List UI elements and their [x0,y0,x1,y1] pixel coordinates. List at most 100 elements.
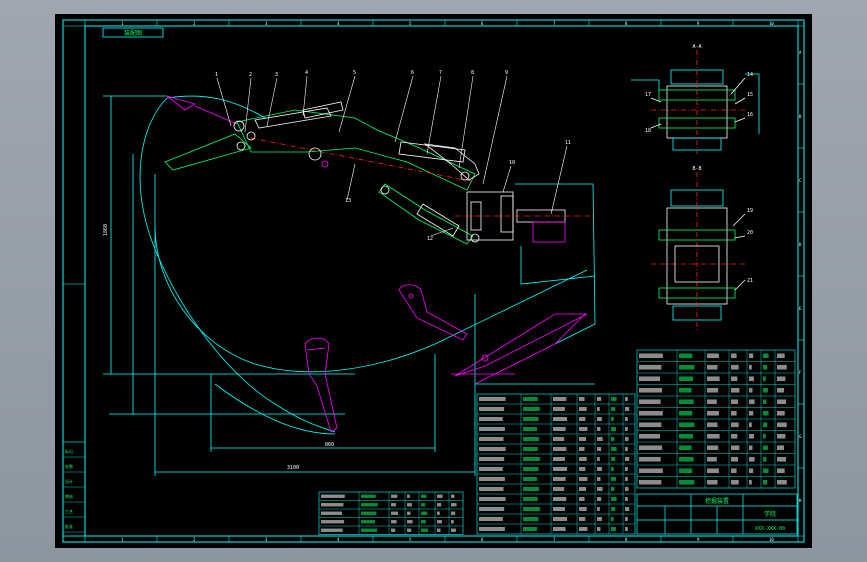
parts-list-cell [391,520,397,524]
parts-list-cell [625,497,628,501]
balloon-number: 21 [747,278,753,284]
parts-list-cell [523,447,538,451]
parts-list-cell [749,456,755,462]
zone-number-top: 3 [265,21,268,26]
parts-list-cell [361,528,378,532]
balloon-number: 8 [471,70,474,76]
parts-list-cell [639,387,663,393]
zone-letter-right: F [799,370,802,375]
parts-list-cell [707,479,718,485]
parts-list-cell [407,503,412,507]
parts-list-cell [523,497,538,501]
parts-list-cell [749,364,752,370]
parts-list-cell [553,487,565,491]
parts-list-cell [523,527,537,531]
parts-list-bottom [318,491,464,535]
parts-list-cell [451,520,454,524]
parts-list-cell [611,487,615,491]
parts-list-cell [707,387,719,393]
parts-list-cell [579,507,587,511]
parts-list-cell [579,457,587,461]
section-view-a [631,50,760,154]
parts-list-cell [777,387,784,393]
parts-list-cell [611,427,616,431]
parts-list-cell [625,437,629,441]
parts-list-cell [479,497,506,501]
parts-list-cell [679,468,693,474]
zone-number-bottom: 10 [769,537,774,542]
parts-list-cell [763,410,769,416]
zone-number-top: 5 [409,21,412,26]
parts-list-cell [707,433,720,439]
balloon-number: 20 [747,230,753,236]
parts-list-cell [421,528,428,532]
parts-list-cell [625,527,628,531]
parts-list-cell [407,528,412,532]
parts-list-cell [777,422,787,428]
parts-list-cell [597,437,603,441]
parts-list-cell [437,503,442,507]
parts-list-cell [391,511,398,515]
balloon-number: 15 [747,92,753,98]
zone-number-top: 8 [625,21,628,26]
parts-list-cell [597,447,602,451]
zone-number-bottom: 4 [337,537,340,542]
parts-list-cell [479,397,506,401]
parts-list-cell [679,376,693,382]
parts-list-cell [639,479,662,485]
revision-table-left: 标记处数设计审核工艺批准 [62,441,86,537]
balloon-number: 4 [305,70,308,76]
drawing-sheet: 1 1 2 2 3 3 4 4 5 5 6 6 7 7 8 8 9 9 10 10 A B C D E F G H 装配图 [55,14,812,548]
parts-list-cell [611,507,616,511]
parts-list-cell [731,364,739,370]
zone-number-bottom: 3 [265,537,268,542]
zone-letter-right: G [799,434,802,439]
balloon-number: 11 [565,140,571,146]
parts-list-cell [437,494,443,498]
drawing-number: XXX-XXX-00 [755,526,785,532]
parts-list-cell [579,437,586,441]
parts-list-cell [553,467,567,471]
parts-list-cell [579,497,585,501]
parts-list-cell [763,364,768,370]
parts-list-cell [639,376,660,382]
parts-list-cell [777,353,785,359]
parts-list-cell [625,417,628,421]
zone-number-bottom: 7 [553,537,556,542]
bucket-stick [164,133,252,171]
revision-table-label: 设计 [65,478,73,484]
parts-list-cell [731,468,737,474]
parts-list-cell [763,479,768,485]
parts-list-cell [611,527,616,531]
parts-list-cell [731,433,738,439]
zone-number-top: 9 [697,21,700,26]
boom-arm [236,109,476,191]
parts-list-cell [553,397,567,401]
revision-table-label: 处数 [65,463,73,469]
parts-list-cell [625,507,630,511]
parts-list-cell [611,457,616,461]
parts-list-cell [749,422,752,428]
balloon-number: 17 [645,92,651,98]
parts-list-cell [479,437,504,441]
parts-list-cell [437,520,442,524]
parts-list-cell [639,364,662,370]
parts-list-cell [749,433,754,439]
zone-letter-right: H [799,498,802,503]
parts-list-cell [777,479,787,485]
parts-list-cell [777,410,785,416]
parts-list-cell [611,407,616,411]
parts-list-cell [321,503,344,507]
zone-letter-right: E [799,306,802,311]
balloon-number: 9 [505,70,508,76]
zone-number-bottom: 1 [121,537,124,542]
parts-list-cell [553,417,567,421]
parts-list-cell [391,528,396,532]
parts-list-cell [625,397,628,401]
parts-list-cell [763,399,767,405]
zone-number-bottom: 6 [481,537,484,542]
bucket-tip [166,95,196,111]
parts-list-cell [361,503,378,507]
main-view [103,75,596,476]
parts-list-cell [611,397,617,401]
